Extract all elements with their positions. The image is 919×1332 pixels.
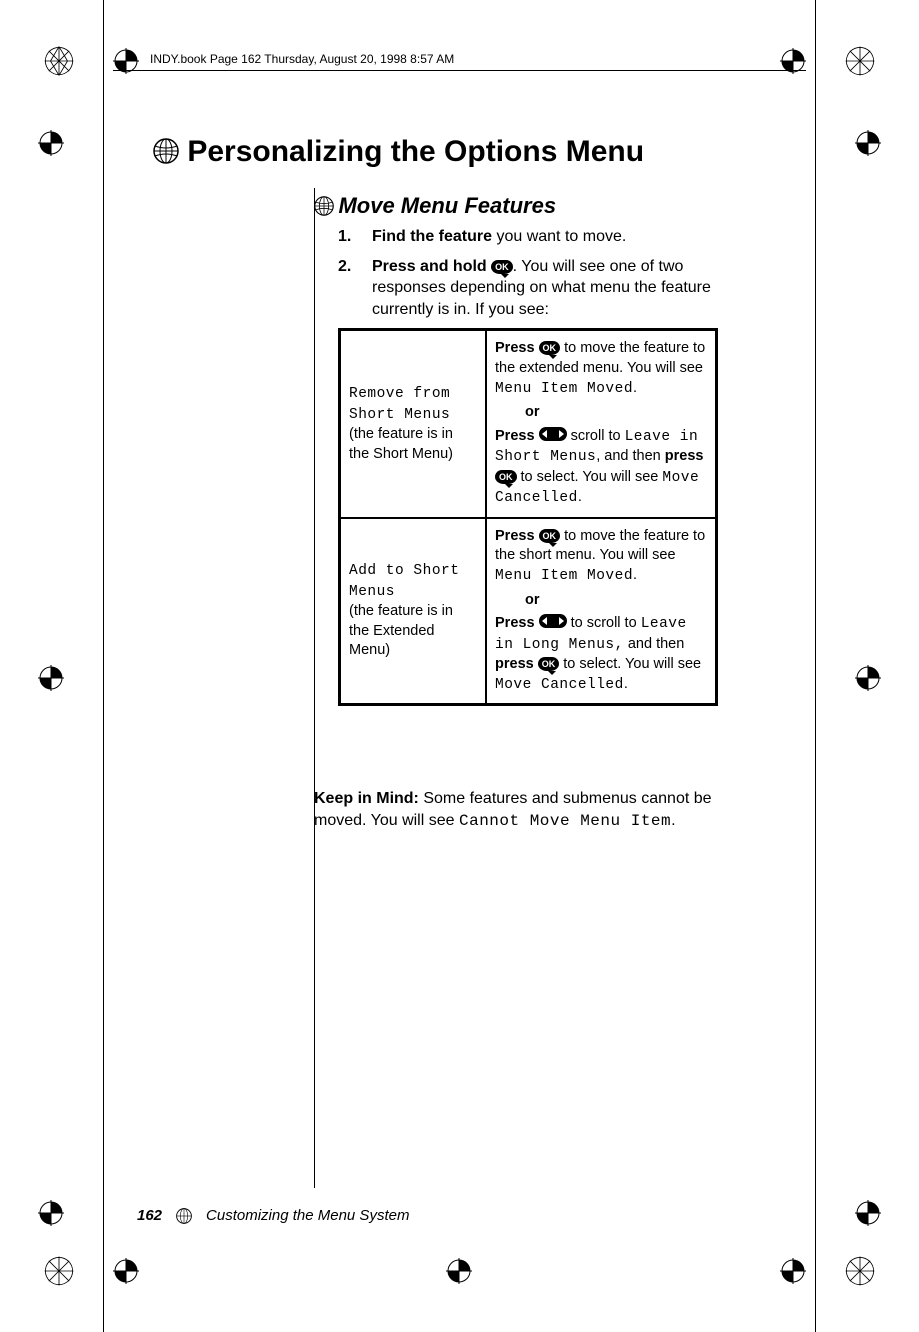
crop-line-left — [103, 0, 104, 1332]
action-text: scroll to — [567, 428, 625, 444]
lcd-text: Cannot Move Menu Item — [459, 812, 671, 830]
chapter-title: Customizing the Menu System — [206, 1207, 409, 1224]
register-target-icon — [38, 130, 64, 156]
page-title-text: Personalizing the Options Menu — [187, 135, 644, 168]
action-text: to select. You will see — [517, 469, 663, 485]
ok-button-icon: OK — [538, 657, 560, 671]
keep-text: . — [671, 812, 675, 829]
action-text: . — [624, 676, 628, 692]
lcd-text: Add to Short Menus — [349, 563, 459, 600]
page: INDY.book Page 162 Thursday, August 20, … — [0, 0, 919, 1332]
action-bold: Press — [495, 615, 539, 631]
action-bold: Press — [495, 428, 539, 444]
register-target-icon — [855, 130, 881, 156]
step-2: 2. Press and hold OK. You will see one o… — [338, 256, 748, 321]
rosette-icon — [42, 44, 76, 78]
table-row: Remove from Short Menus (the feature is … — [340, 330, 717, 518]
page-title: Personalizing the Options Menu — [153, 135, 644, 169]
or-separator: or — [525, 403, 707, 423]
rosette-icon — [42, 1254, 76, 1288]
content-separator — [314, 188, 315, 1188]
note-text: (the feature is in the Extended Menu) — [349, 603, 453, 658]
keep-lead: Keep in Mind: — [314, 790, 419, 807]
note-text: (the feature is in the Short Menu) — [349, 426, 453, 462]
step-1: 1. Find the feature you want to move. — [338, 226, 748, 248]
lcd-text: Menu Item Moved — [495, 568, 633, 584]
step-text: you want to move. — [492, 228, 626, 245]
register-target-icon — [855, 1200, 881, 1226]
action-bold: press — [495, 656, 538, 672]
keep-in-mind: Keep in Mind: Some features and submenus… — [314, 788, 754, 832]
feature-table: Remove from Short Menus (the feature is … — [338, 328, 718, 706]
table-row: Add to Short Menus (the feature is in th… — [340, 518, 717, 705]
header-rule — [113, 70, 806, 71]
action-text: . — [633, 567, 637, 583]
crop-line-right — [815, 0, 816, 1332]
action-text: . — [578, 489, 582, 505]
lcd-text: Move Cancelled — [495, 677, 624, 693]
action-text: . — [633, 380, 637, 396]
scroll-button-icon — [539, 427, 567, 441]
page-footer: 162 Customizing the Menu System — [137, 1207, 409, 1224]
ok-button-icon: OK — [491, 260, 513, 274]
lcd-text: Remove from Short Menus — [349, 386, 450, 423]
register-target-icon — [780, 1258, 806, 1284]
section-heading: Move Menu Features — [314, 193, 556, 219]
ok-button-icon: OK — [539, 341, 561, 355]
action-bold: Press — [495, 340, 539, 356]
ok-button-icon: OK — [495, 470, 517, 484]
step-bold: Press and hold — [372, 258, 491, 275]
register-target-icon — [855, 665, 881, 691]
globe-icon — [176, 1208, 192, 1224]
ok-button-icon: OK — [539, 529, 561, 543]
running-head: INDY.book Page 162 Thursday, August 20, … — [150, 52, 454, 66]
page-number: 162 — [137, 1207, 162, 1224]
action-text: to select. You will see — [559, 656, 701, 672]
body-content: 1. Find the feature you want to move. 2.… — [338, 226, 748, 716]
register-target-icon — [113, 1258, 139, 1284]
globe-icon — [153, 138, 179, 164]
action-bold: Press — [495, 528, 539, 544]
or-separator: or — [525, 591, 707, 611]
action-text: and then — [624, 636, 684, 652]
rosette-icon — [843, 1254, 877, 1288]
globe-icon — [314, 196, 334, 216]
lcd-text: Menu Item Moved — [495, 381, 633, 397]
register-target-icon — [38, 1200, 64, 1226]
table-cell-right: Press OK to move the feature to the shor… — [486, 518, 717, 705]
table-cell-left: Add to Short Menus (the feature is in th… — [340, 518, 487, 705]
table-cell-right: Press OK to move the feature to the exte… — [486, 330, 717, 518]
action-bold: press — [665, 448, 704, 464]
table-cell-left: Remove from Short Menus (the feature is … — [340, 330, 487, 518]
step-bold: Find the feature — [372, 228, 492, 245]
action-text: to scroll to — [567, 615, 641, 631]
register-target-icon — [446, 1258, 472, 1284]
section-heading-text: Move Menu Features — [338, 193, 556, 219]
step-number: 2. — [338, 256, 351, 278]
step-number: 1. — [338, 226, 351, 248]
rosette-icon — [843, 44, 877, 78]
register-target-icon — [38, 665, 64, 691]
scroll-button-icon — [539, 614, 567, 628]
action-text: , and then — [596, 448, 665, 464]
